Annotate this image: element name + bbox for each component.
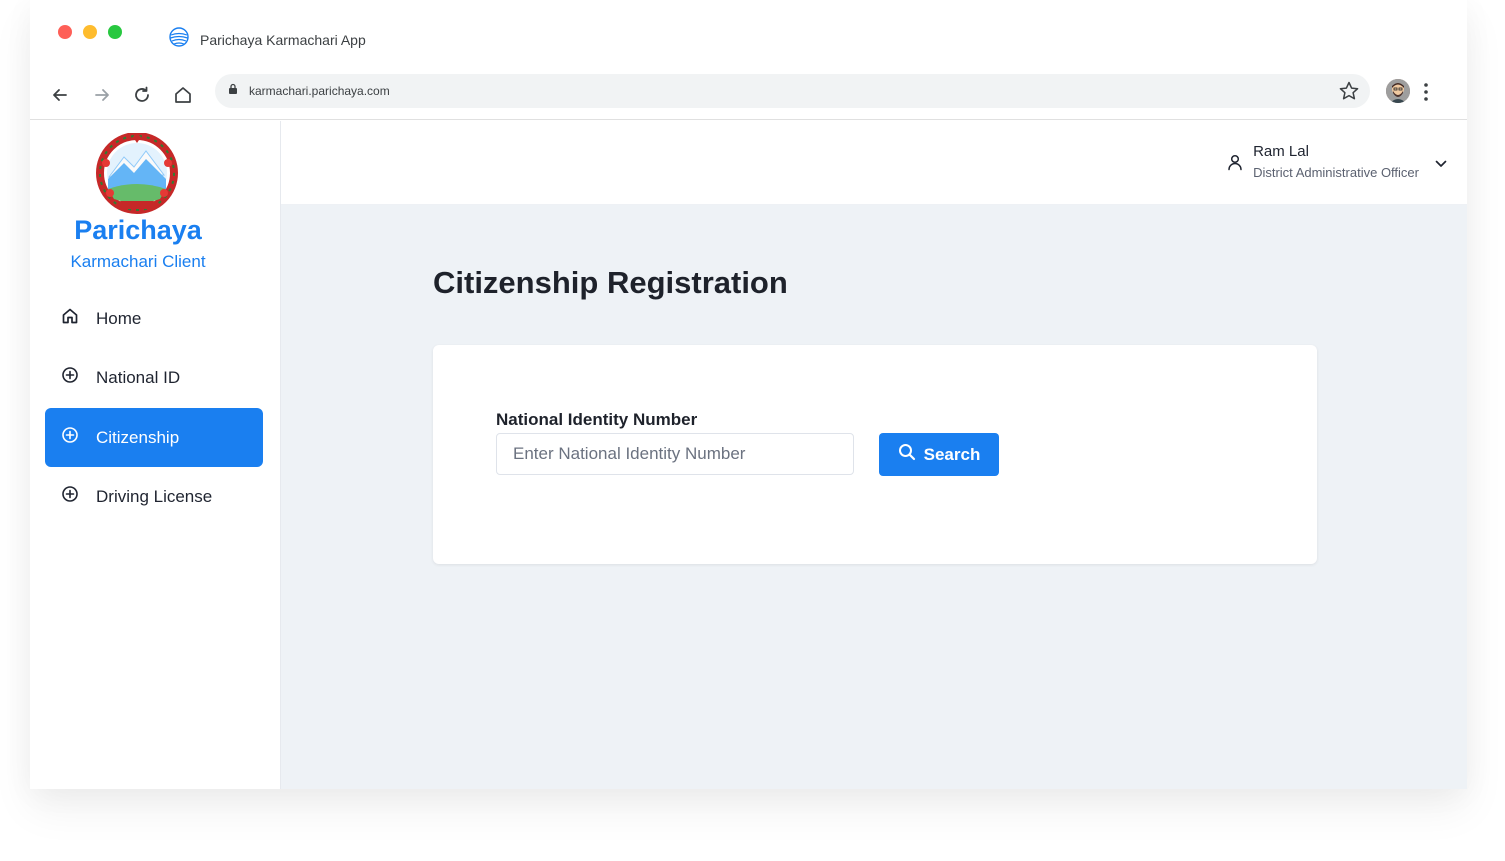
sidebar-item-label: Driving License	[96, 486, 213, 506]
reload-icon[interactable]	[127, 80, 157, 110]
sidebar: Parichaya Karmachari Client Home Nationa…	[30, 121, 281, 789]
sidebar-item-citizenship[interactable]: Citizenship	[45, 408, 263, 467]
national-id-label: National Identity Number	[496, 410, 698, 429]
back-arrow-icon[interactable]	[45, 80, 75, 110]
brand-subtitle: Karmachari Client	[70, 252, 206, 271]
maximize-window-button[interactable]	[108, 25, 122, 39]
sidebar-item-label: National ID	[96, 367, 181, 387]
national-id-input[interactable]	[496, 433, 854, 475]
browser-titlebar: Parichaya Karmachari App	[30, 0, 1467, 70]
page-title: Citizenship Registration	[433, 265, 788, 300]
home-icon	[61, 307, 79, 330]
close-window-button[interactable]	[58, 25, 72, 39]
bookmark-star-icon[interactable]	[1338, 80, 1360, 107]
search-card: National Identity Number Search	[433, 345, 1317, 564]
user-role: District Administrative Officer	[1253, 165, 1419, 180]
user-info: Ram Lal District Administrative Officer	[1253, 143, 1419, 180]
search-button-label: Search	[923, 444, 981, 464]
user-icon	[1227, 153, 1243, 176]
app-area: Parichaya Karmachari Client Home Nationa…	[30, 121, 1467, 789]
search-icon	[898, 443, 916, 466]
sidebar-item-driving-license[interactable]: Driving License	[45, 467, 263, 526]
sidebar-item-label: Citizenship	[96, 427, 180, 447]
forward-arrow-icon[interactable]	[87, 80, 117, 110]
address-bar[interactable]: karmachari.parichaya.com	[215, 74, 1370, 108]
browser-window: Parichaya Karmachari App karmachari.pari…	[30, 0, 1467, 789]
main-content: Citizenship Registration National Identi…	[281, 205, 1467, 789]
tab-title: Parichaya Karmachari App	[200, 31, 366, 48]
search-button[interactable]: Search	[879, 433, 999, 476]
more-menu-icon[interactable]	[1423, 81, 1429, 108]
minimize-window-button[interactable]	[83, 25, 97, 39]
plus-circle-icon	[61, 485, 79, 508]
home-browser-icon[interactable]	[168, 80, 198, 110]
brand-name: Parichaya	[74, 215, 202, 245]
profile-avatar[interactable]	[1386, 79, 1410, 103]
browser-toolbar: karmachari.parichaya.com	[30, 70, 1467, 120]
nepal-emblem-logo	[94, 132, 180, 215]
app-header: Ram Lal District Administrative Officer	[281, 121, 1467, 205]
sidebar-item-label: Home	[96, 308, 142, 328]
lock-icon	[227, 82, 239, 100]
sidebar-item-home[interactable]: Home	[45, 289, 263, 348]
plus-circle-icon	[61, 426, 79, 449]
browser-tab[interactable]: Parichaya Karmachari App	[168, 26, 366, 53]
user-name: Ram Lal	[1253, 143, 1309, 160]
globe-icon	[168, 26, 190, 53]
url-text: karmachari.parichaya.com	[249, 84, 390, 98]
plus-circle-icon	[61, 366, 79, 389]
chevron-down-icon[interactable]	[1435, 155, 1447, 173]
user-menu[interactable]: Ram Lal District Administrative Officer	[1227, 143, 1447, 180]
sidebar-item-national-id[interactable]: National ID	[45, 348, 263, 407]
